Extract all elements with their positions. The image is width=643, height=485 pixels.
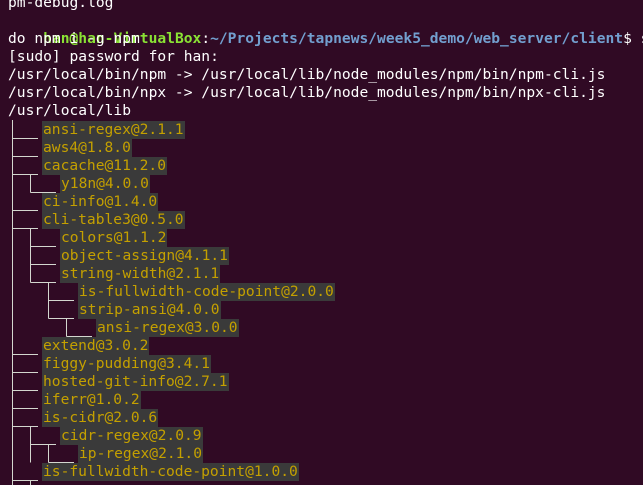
terminal-line: do npm i -g npm [8,30,140,47]
package-entry: figgy-pudding@3.4.1 [42,355,211,373]
prompt-symbol: $ su [623,30,643,47]
package-entry: object-assign@4.1.1 [60,247,229,265]
terminal-line: pm-debug.log [8,0,114,11]
package-entry: strip-ansi@4.0.0 [78,301,221,319]
package-entry: string-width@2.1.1 [60,265,221,283]
package-entry: y18n@4.0.0 [60,175,150,193]
package-entry: extend@3.0.2 [42,337,150,355]
package-entry: ip-regex@2.1.0 [78,445,204,463]
package-entry: cacache@11.2.0 [42,157,168,175]
package-entry: ansi-regex@2.1.1 [42,121,185,139]
package-entry: aws4@1.8.0 [42,139,132,157]
terminal-output[interactable]: pm-debug.log han@han-VirtualBox:~/Projec… [0,0,643,485]
terminal-line: /usr/local/lib [8,102,132,119]
prompt-path: ~/Projects/tapnews/week5_demo/web_server… [210,30,624,47]
package-entry: iferr@1.0.2 [42,391,141,409]
package-entry: cidr-regex@2.0.9 [60,427,203,445]
package-entry: is-fullwidth-code-point@2.0.0 [78,283,335,301]
package-entry: colors@1.1.2 [60,229,168,247]
package-entry: hosted-git-info@2.7.1 [42,373,229,391]
package-entry: ci-info@1.4.0 [42,193,159,211]
package-entry: is-cidr@2.0.6 [42,409,159,427]
shell-prompt: han@han-VirtualBox:~/Projects/tapnews/we… [8,12,643,47]
terminal-line: [sudo] password for han: [8,48,219,65]
package-entry: cli-table3@0.5.0 [42,211,185,229]
package-entry: ansi-regex@3.0.0 [96,319,239,337]
terminal-line: /usr/local/bin/npx -> /usr/local/lib/nod… [8,84,606,101]
prompt-separator: : [201,30,211,47]
terminal-line: /usr/local/bin/npm -> /usr/local/lib/nod… [8,66,606,83]
package-entry: is-fullwidth-code-point@1.0.0 [42,463,299,481]
